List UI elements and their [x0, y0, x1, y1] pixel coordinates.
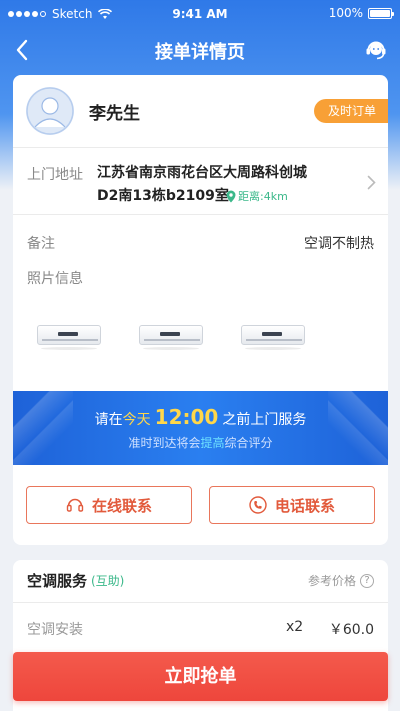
deadline-time: 12:00 [154, 405, 219, 429]
note-value: 空调不制热 [304, 236, 374, 252]
status-bar: Sketch 9:41 AM 100% [0, 0, 400, 28]
subtext-prefix: 准时到达将会 [128, 436, 201, 450]
customer-row: 李先生 及时订单 [13, 75, 388, 148]
online-contact-button[interactable]: 在线联系 [26, 486, 192, 524]
distance-text: 距离:4km [238, 190, 288, 203]
headset-icon [66, 498, 84, 512]
subtext-highlight: 提高 [200, 436, 225, 450]
phone-icon [249, 496, 267, 514]
service-title: 空调服务 [27, 572, 88, 590]
deadline-prefix: 请在 [94, 412, 123, 428]
air-conditioner-photo[interactable] [241, 325, 305, 351]
air-conditioner-photo[interactable] [139, 325, 203, 351]
order-type-badge: 及时订单 [313, 99, 388, 123]
battery-percent: 100% [328, 6, 363, 20]
note-label: 备注 [27, 236, 55, 252]
location-pin-icon [226, 190, 236, 202]
deadline-subtext: 准时到达将会提高综合评分 [13, 434, 388, 451]
divider [13, 602, 388, 603]
service-tag: (互助) [91, 574, 125, 588]
customer-name: 李先生 [89, 104, 140, 124]
address-line-1: 江苏省南京雨花台区大周路科创城 [97, 165, 307, 181]
address-label: 上门地址 [27, 167, 83, 183]
service-item-qty: x2 [286, 619, 304, 635]
reference-price[interactable]: 参考价格 ? [308, 572, 374, 589]
address-line-2: D2南13栋b2109室 [97, 188, 229, 204]
deadline-text: 请在今天 12:00 之前上门服务 [13, 405, 388, 429]
nav-bar: 接单详情页 [0, 28, 400, 72]
order-card: 李先生 及时订单 上门地址 江苏省南京雨花台区大周路科创城 D2南13栋b210… [13, 75, 388, 545]
avatar [26, 87, 74, 135]
chevron-right-icon [367, 175, 376, 190]
customer-service-icon [366, 41, 386, 60]
service-item-name: 空调安装 [27, 622, 83, 638]
online-contact-label: 在线联系 [91, 496, 152, 515]
address-row[interactable]: 上门地址 江苏省南京雨花台区大周路科创城 D2南13栋b2109室 距离:4km [13, 148, 388, 215]
service-item-price: ￥60.0 [328, 622, 374, 638]
battery-status: 100% [328, 6, 394, 20]
deadline-suffix: 之前上门服务 [222, 412, 307, 428]
deadline-day: 今天 [122, 412, 151, 428]
phone-contact-label: 电话联系 [274, 496, 335, 515]
phone-contact-button[interactable]: 电话联系 [209, 486, 375, 524]
air-conditioner-photo[interactable] [37, 325, 101, 351]
page-title: 接单详情页 [155, 42, 245, 63]
photos-label: 照片信息 [27, 271, 83, 287]
battery-icon [368, 7, 394, 19]
subtext-suffix: 综合评分 [224, 436, 273, 450]
reference-price-label: 参考价格 [307, 574, 356, 588]
help-icon: ? [360, 573, 374, 588]
service-deadline-banner: 请在今天 12:00 之前上门服务 准时到达将会提高综合评分 [13, 391, 388, 465]
customer-service-button[interactable] [362, 36, 390, 64]
user-avatar-icon [26, 87, 74, 135]
grab-order-button[interactable]: 立即抢单 [13, 652, 388, 701]
distance-info: 距离:4km [226, 188, 288, 204]
